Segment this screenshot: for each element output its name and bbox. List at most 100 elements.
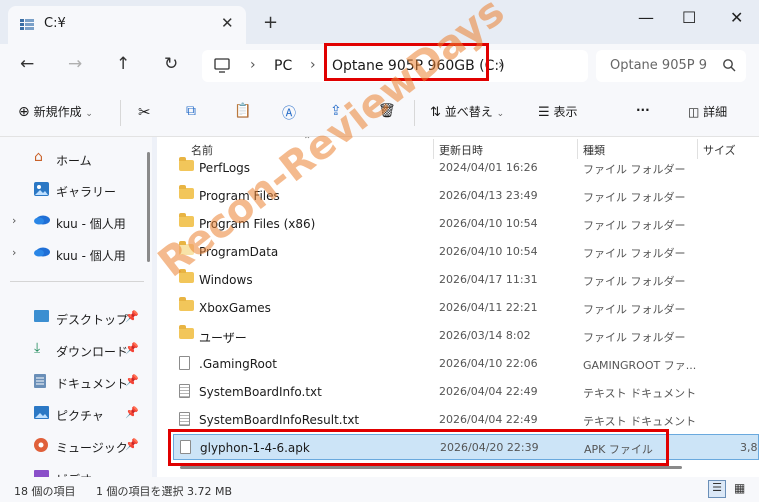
search-box[interactable]: Optane 905P 9 [596, 50, 746, 82]
new-button[interactable]: ⊕ 新規作成 ⌄ [18, 103, 93, 120]
file-name: SystemBoardInfoResult.txt [199, 413, 360, 427]
search-placeholder: Optane 905P 9 [610, 58, 707, 73]
file-type: ファイル フォルダー [583, 331, 686, 344]
file-type: ファイル フォルダー [583, 163, 686, 176]
copy-icon[interactable]: ⧉ [186, 103, 196, 119]
cut-icon[interactable]: ✂ [138, 103, 151, 121]
delete-icon[interactable]: 🗑 [378, 103, 396, 119]
breadcrumb-pc[interactable]: PC [274, 58, 292, 74]
file-name: Windows [199, 273, 253, 287]
chevron-down-icon: ⌄ [85, 109, 93, 119]
sidebar-scrollbar[interactable] [147, 152, 150, 262]
horizontal-scrollbar[interactable] [180, 466, 682, 469]
file-name: .GamingRoot [199, 357, 277, 371]
tab-close-icon[interactable]: ✕ [221, 14, 234, 32]
chevron-right-icon: › [250, 57, 256, 73]
sidebar-item-home[interactable]: ⌂ ホーム [0, 147, 152, 171]
file-type: テキスト ドキュメント [583, 387, 697, 400]
maximize-button[interactable]: ☐ [682, 8, 696, 27]
paste-icon[interactable]: 📋 [234, 103, 251, 119]
rename-icon[interactable]: Ⓐ [282, 103, 296, 123]
navigation-pane: ⌂ ホーム ギャラリー › kuu - 個人用 › kuu - 個人用 デスクト… [0, 137, 152, 487]
sidebar-item-gallery[interactable]: ギャラリー [0, 178, 152, 202]
file-row[interactable]: .GamingRoot 2026/04/10 22:06 GAMINGROOT … [173, 351, 759, 377]
tab-c-drive[interactable]: C:¥ ✕ [8, 6, 246, 44]
chevron-right-icon: › [310, 57, 316, 73]
folder-icon [179, 213, 194, 230]
forward-arrow-icon[interactable]: → [68, 54, 82, 74]
up-arrow-icon[interactable]: ↑ [116, 54, 130, 74]
pin-icon[interactable]: 📌 [125, 342, 139, 355]
file-row[interactable]: ProgramData 2026/04/10 10:54 ファイル フォルダー [173, 239, 759, 265]
pin-icon[interactable]: 📌 [125, 438, 139, 451]
file-row[interactable]: Program Files 2026/04/13 23:49 ファイル フォルダ… [173, 183, 759, 209]
desktop-icon [34, 310, 49, 325]
sidebar-item-pictures[interactable]: ピクチャ 📌 [0, 402, 152, 426]
file-name: XboxGames [199, 301, 271, 315]
sidebar-item-music[interactable]: ミュージック 📌 [0, 434, 152, 458]
sidebar-item-downloads[interactable]: ⤓ ダウンロード 📌 [0, 338, 152, 362]
view-list-icon: ☰ [538, 105, 550, 120]
file-date: 2026/04/10 10:54 [439, 245, 538, 258]
tiles-view-icon[interactable]: ▦ [734, 481, 745, 495]
pin-icon[interactable]: 📌 [125, 374, 139, 387]
music-icon [34, 438, 48, 455]
sort-button[interactable]: ⇅ 並べ替え ⌄ [430, 103, 504, 120]
selection-info: 1 個の項目を選択 3.72 MB [96, 485, 233, 498]
file-type: ファイル フォルダー [583, 219, 686, 232]
download-icon: ⤓ [34, 340, 41, 356]
file-row[interactable]: PerfLogs 2024/04/01 16:26 ファイル フォルダー [173, 155, 759, 181]
back-arrow-icon[interactable]: ← [20, 54, 34, 74]
command-bar: ⊕ 新規作成 ⌄ ✂ ⧉ 📋 Ⓐ ⇪ 🗑 ⇅ 並べ替え ⌄ ☰ 表示 ··· ◫… [0, 90, 759, 137]
sidebar-item-documents[interactable]: ドキュメント 📌 [0, 370, 152, 394]
text-file-icon [179, 412, 190, 429]
sidebar-item-label: ギャラリー [56, 185, 117, 199]
sort-icon: ⇅ [430, 105, 441, 120]
file-row[interactable]: SystemBoardInfo.txt 2026/04/04 22:49 テキス… [173, 379, 759, 405]
file-row[interactable]: Program Files (x86) 2026/04/10 10:54 ファイ… [173, 211, 759, 237]
pin-icon[interactable]: 📌 [125, 310, 139, 323]
sort-indicator-icon: ⌃ [303, 137, 312, 146]
file-name: PerfLogs [199, 161, 251, 175]
close-button[interactable]: ✕ [730, 8, 743, 27]
file-size: 3,8 [740, 441, 758, 454]
file-row[interactable]: ユーザー 2026/03/14 8:02 ファイル フォルダー [173, 323, 759, 349]
cloud-icon [34, 214, 50, 228]
sidebar-item-onedrive-2[interactable]: › kuu - 個人用 [0, 242, 152, 266]
file-row[interactable]: XboxGames 2026/04/11 22:21 ファイル フォルダー [173, 295, 759, 321]
pin-icon[interactable]: 📌 [125, 406, 139, 419]
chevron-right-icon[interactable]: › [12, 214, 16, 227]
details-pane-icon: ◫ [688, 105, 700, 119]
file-date: 2026/04/04 22:49 [439, 385, 538, 398]
pictures-icon [34, 406, 49, 422]
file-name: Program Files (x86) [199, 217, 316, 231]
details-button[interactable]: ◫ 詳細 [688, 103, 727, 120]
sidebar-item-label: デスクトップ [56, 313, 129, 327]
sidebar-item-onedrive-1[interactable]: › kuu - 個人用 [0, 210, 152, 234]
sidebar-item-desktop[interactable]: デスクトップ 📌 [0, 306, 152, 330]
folder-icon [179, 325, 194, 342]
text-file-icon [179, 384, 190, 401]
file-date: 2026/04/10 22:06 [439, 357, 538, 370]
folder-icon [179, 241, 194, 258]
sidebar-item-label: ホーム [56, 154, 92, 168]
file-row[interactable]: Windows 2026/04/17 11:31 ファイル フォルダー [173, 267, 759, 293]
chevron-right-icon[interactable]: › [498, 57, 504, 73]
sidebar-item-label: kuu - 個人用 [56, 249, 126, 263]
more-options-icon[interactable]: ··· [636, 103, 650, 117]
folder-icon [179, 185, 194, 202]
sort-label: 並べ替え [444, 105, 493, 119]
share-icon[interactable]: ⇪ [330, 103, 342, 119]
view-button[interactable]: ☰ 表示 [538, 103, 578, 120]
gallery-icon [34, 182, 49, 199]
folder-icon [179, 297, 194, 314]
item-count: 18 個の項目 [14, 485, 76, 498]
file-name: Program Files [199, 189, 280, 203]
new-tab-button[interactable]: + [263, 12, 278, 33]
details-view-icon[interactable]: ☰ [708, 480, 726, 498]
file-date: 2024/04/01 16:26 [439, 161, 538, 174]
chevron-right-icon[interactable]: › [12, 246, 16, 259]
folder-icon [179, 269, 194, 286]
refresh-icon[interactable]: ↻ [164, 54, 178, 74]
minimize-button[interactable]: — [638, 8, 654, 27]
